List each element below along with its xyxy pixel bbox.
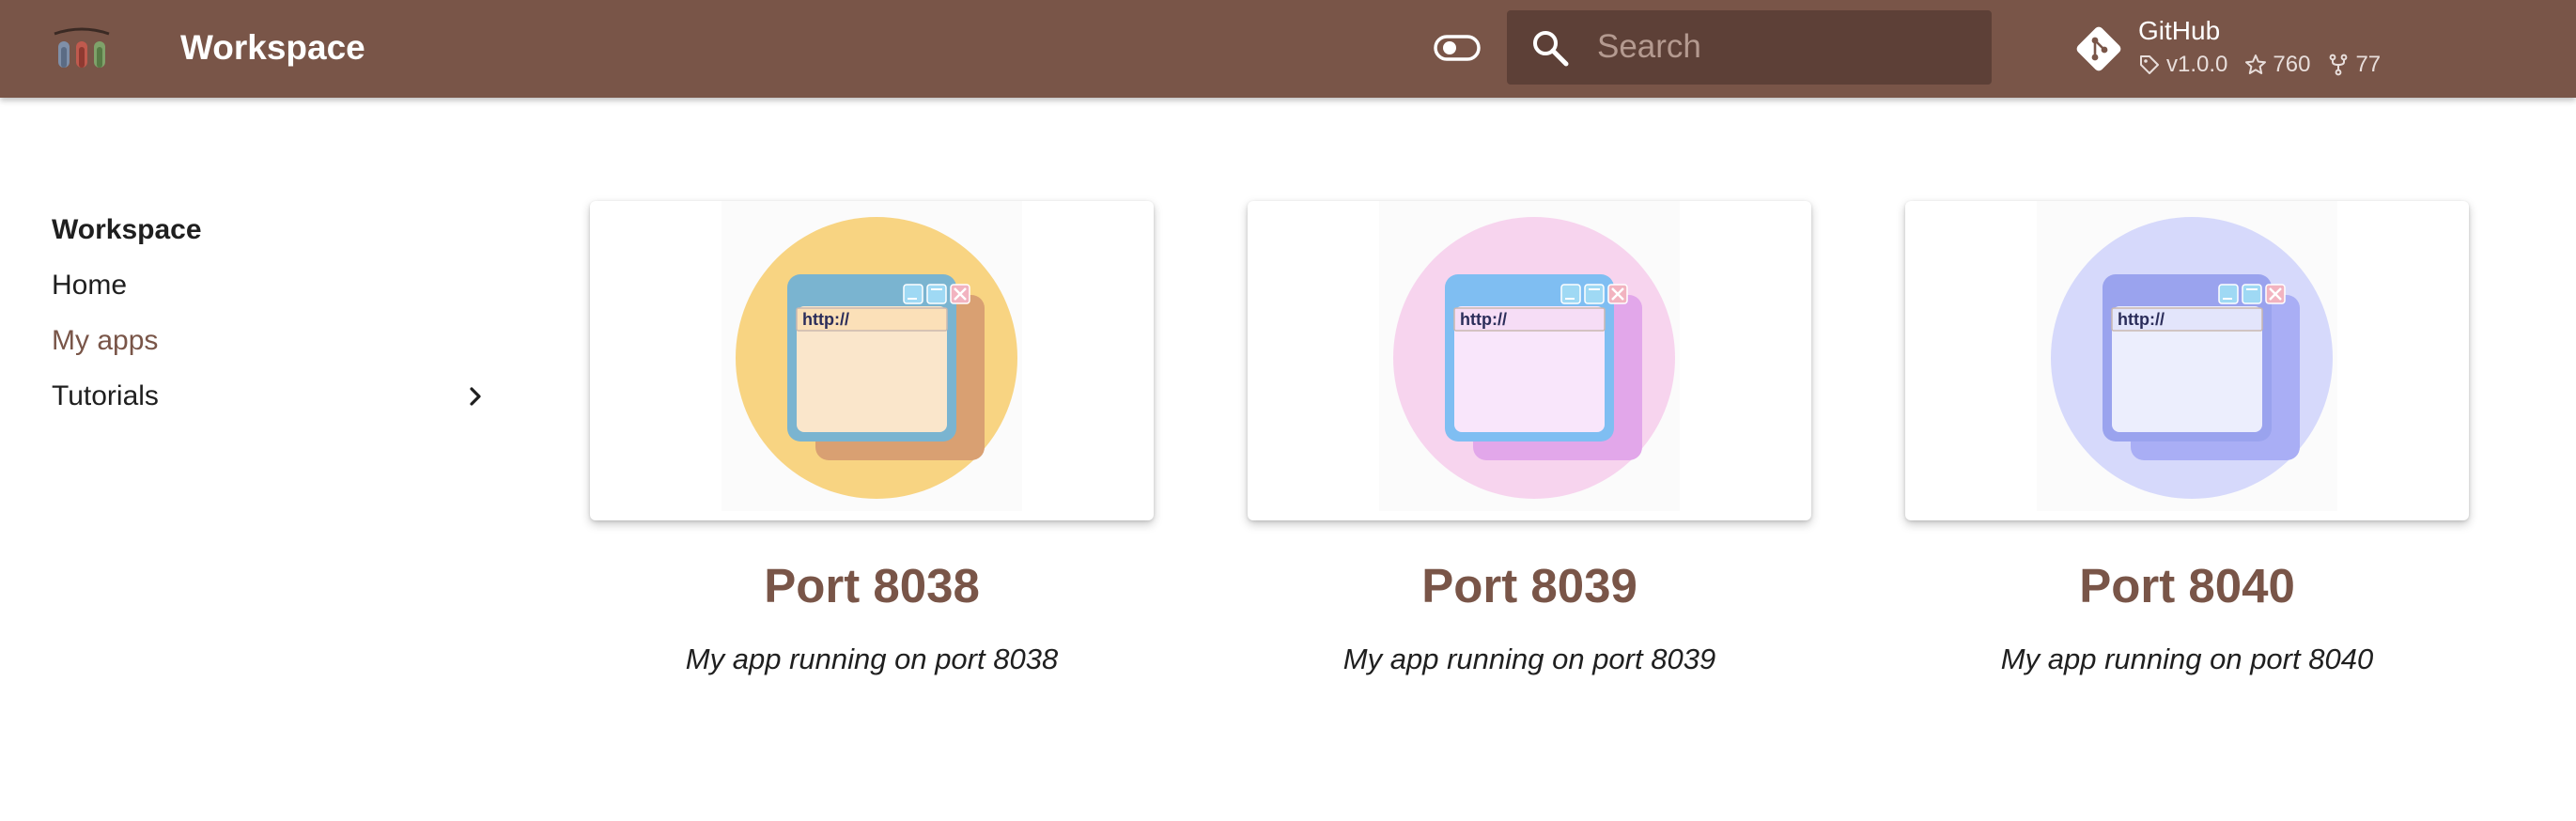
app-card-image[interactable]: http:// [590, 201, 1154, 520]
git-icon [2076, 26, 2121, 71]
browser-window-icon: http:// [722, 201, 1022, 511]
repository-facts: v1.0.0 760 77 [2138, 51, 2381, 79]
chevron-right-icon[interactable] [461, 382, 489, 410]
star-icon [2245, 54, 2267, 74]
forks-fact: 77 [2327, 52, 2381, 78]
version-label: v1.0.0 [2166, 52, 2228, 77]
url-text: http:// [2118, 310, 2165, 329]
tag-icon [2140, 55, 2159, 74]
site-title[interactable]: Workspace [180, 26, 365, 70]
app-card-image[interactable]: http:// [1905, 201, 2469, 520]
sidebar-title: Workspace [52, 214, 202, 245]
app-card-description: My app running on port 8039 [1342, 643, 1716, 675]
app-card-title[interactable]: Port 8040 [1905, 558, 2469, 614]
browser-window-icon: http:// [2037, 201, 2337, 511]
search-icon [1533, 31, 1569, 67]
sidebar-nav: Workspace Home My apps Tutorials [52, 203, 493, 424]
stars-count: 760 [2273, 52, 2311, 77]
version-fact: v1.0.0 [2138, 52, 2227, 78]
logo-icon[interactable] [51, 26, 113, 70]
browser-window-icon: http:// [1379, 201, 1680, 511]
repository-name: GitHub [2138, 16, 2221, 45]
search-box[interactable] [1507, 10, 1992, 85]
repository-link[interactable]: GitHub v1.0.0 760 77 [2071, 11, 2409, 86]
sidebar-item-label: Home [52, 270, 128, 301]
url-text: http:// [802, 310, 849, 329]
sidebar-item-my-apps[interactable]: My apps [52, 313, 493, 368]
forks-count: 77 [2355, 52, 2382, 77]
sidebar-item-home[interactable]: Home [52, 257, 493, 313]
app-card: http:// Port 8040 My app running on port… [1905, 201, 2469, 678]
app-card-description: My app running on port 8040 [2000, 643, 2374, 675]
top-bar: Workspace GitHub v1.0.0 760 [0, 0, 2576, 98]
app-card-description: My app running on port 8038 [685, 643, 1059, 675]
app-card-image[interactable]: http:// [1248, 201, 1811, 520]
sidebar-item-label: My apps [52, 325, 159, 356]
search-input[interactable] [1597, 23, 1973, 70]
url-text: http:// [1460, 310, 1507, 329]
app-card: http:// Port 8039 My app running on port… [1248, 201, 1811, 678]
fork-icon [2330, 54, 2348, 76]
sidebar-item-label: Tutorials [52, 380, 159, 411]
app-card: http:// Port 8038 My app running on port… [590, 201, 1154, 678]
sidebar-item-tutorials[interactable]: Tutorials [52, 368, 493, 424]
app-card-title[interactable]: Port 8039 [1248, 558, 1811, 614]
theme-toggle-icon[interactable] [1434, 34, 1481, 62]
app-card-title[interactable]: Port 8038 [590, 558, 1154, 614]
stars-fact: 760 [2244, 52, 2310, 78]
